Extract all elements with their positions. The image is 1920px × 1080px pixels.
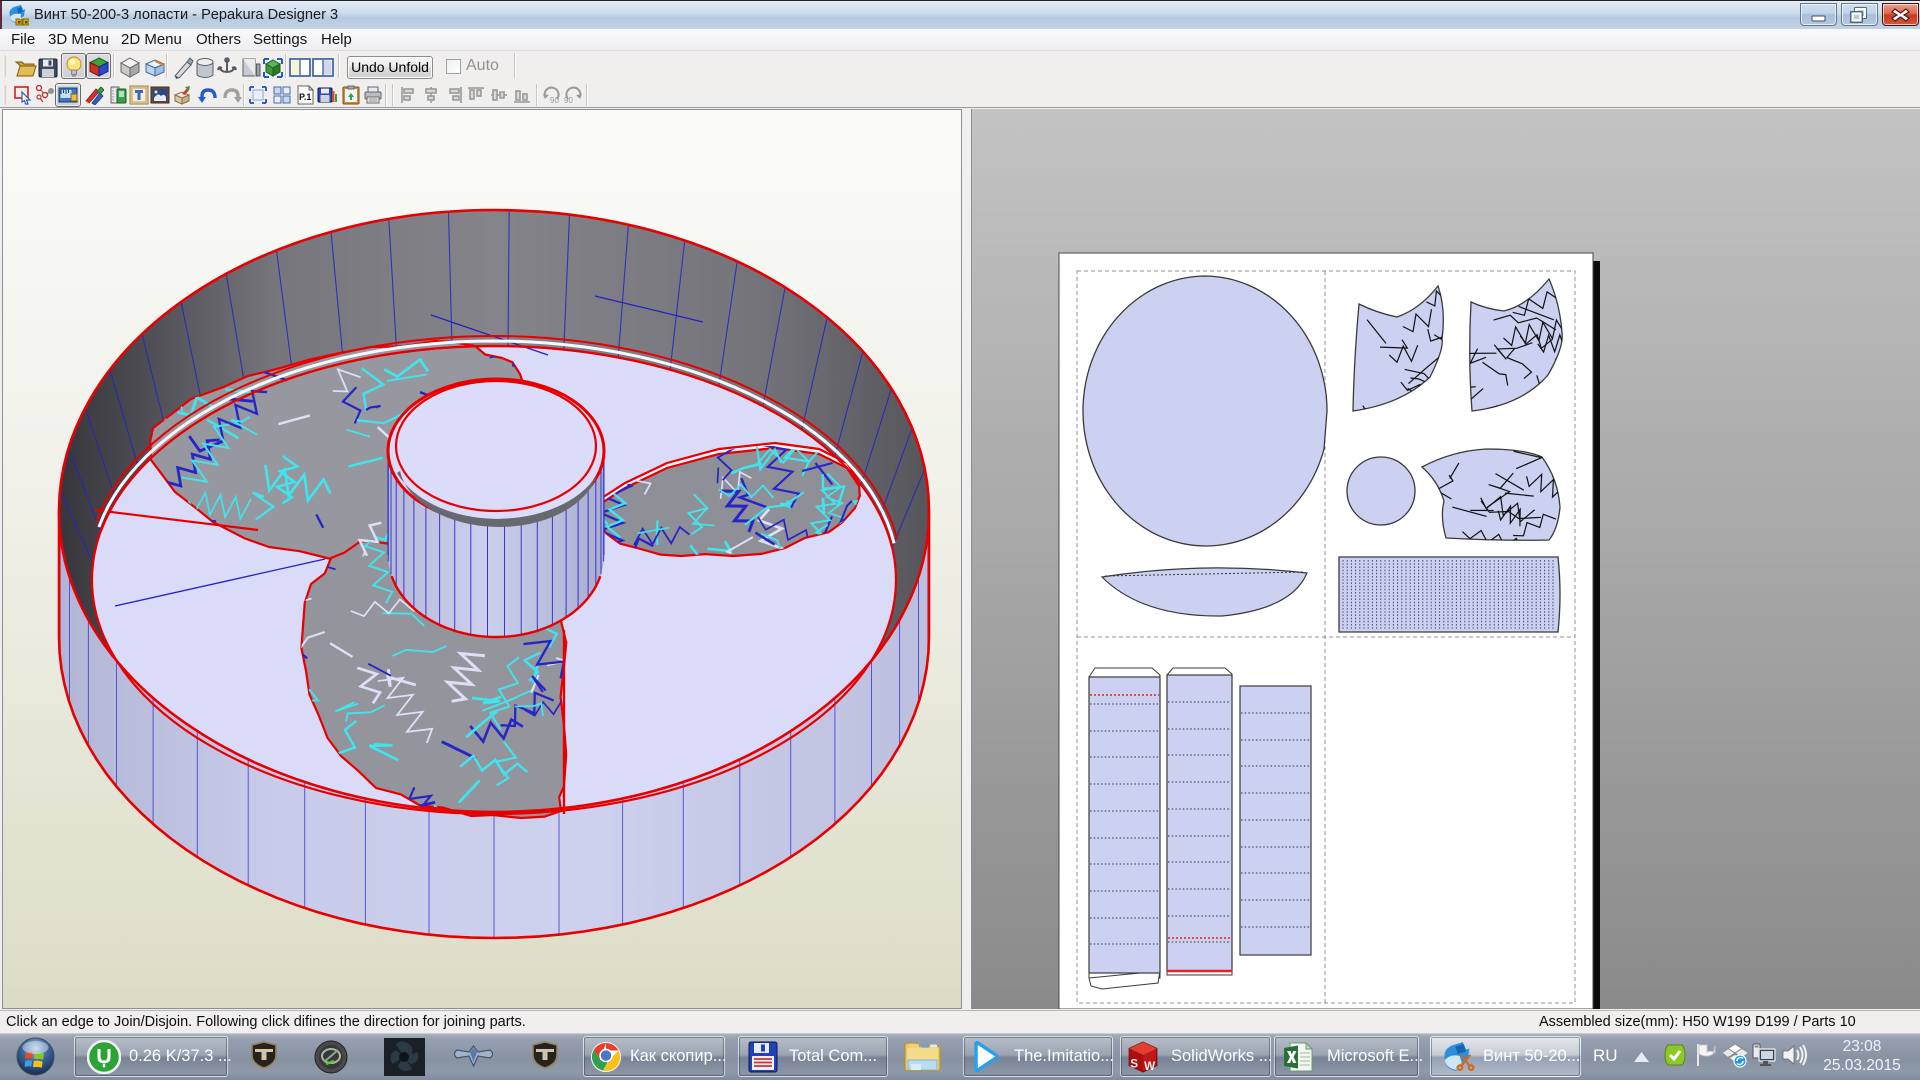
svg-text:90: 90 bbox=[550, 96, 559, 105]
svg-text:S: S bbox=[1130, 1058, 1138, 1071]
svg-text:P.1: P.1 bbox=[299, 92, 311, 102]
svg-text:90: 90 bbox=[564, 96, 573, 105]
svg-text:W: W bbox=[1144, 1060, 1155, 1073]
